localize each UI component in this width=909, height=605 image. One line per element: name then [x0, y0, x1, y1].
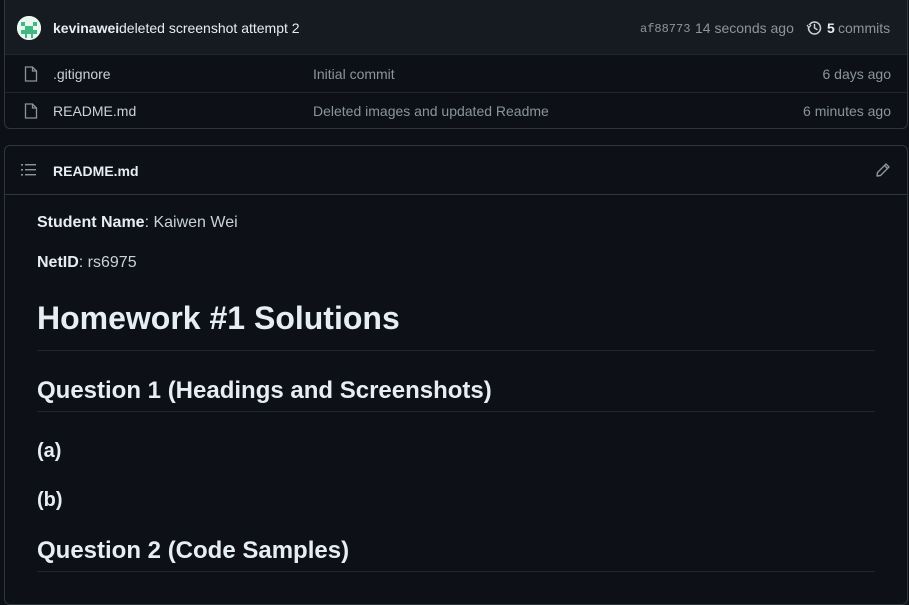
student-name-value: : Kaiwen Wei	[144, 214, 238, 231]
netid-line: NetID: rs6975	[37, 254, 137, 272]
file-icon	[24, 103, 38, 119]
commits-label[interactable]: commits	[838, 20, 890, 36]
subheading-b: (b)	[37, 489, 63, 511]
commits-count[interactable]: 5	[827, 20, 835, 36]
history-icon[interactable]	[806, 20, 822, 36]
pencil-icon[interactable]	[875, 162, 891, 178]
student-name-line: Student Name: Kaiwen Wei	[37, 214, 238, 232]
question-1-heading: Question 1 (Headings and Screenshots)	[37, 377, 875, 412]
file-browser: kevinawei deleted screenshot attempt 2 a…	[4, 0, 908, 129]
file-name-link[interactable]: README.md	[53, 103, 136, 119]
commit-message-link[interactable]: deleted screenshot attempt 2	[119, 20, 300, 36]
commit-author-link[interactable]: kevinawei	[53, 20, 119, 36]
file-row[interactable]: README.md Deleted images and updated Rea…	[5, 92, 907, 129]
file-commit-message-link[interactable]: Initial commit	[313, 66, 395, 82]
netid-label: NetID	[37, 254, 79, 271]
homework-heading: Homework #1 Solutions	[37, 300, 875, 351]
file-row[interactable]: .gitignore Initial commit 6 days ago	[5, 55, 907, 93]
student-name-label: Student Name	[37, 214, 145, 231]
commit-sha-link[interactable]: af88773	[640, 22, 690, 36]
readme-panel: README.md Student Name: Kaiwen Wei NetID…	[4, 145, 908, 605]
latest-commit-bar: kevinawei deleted screenshot attempt 2 a…	[5, 0, 907, 55]
subheading-a: (a)	[37, 440, 62, 462]
file-commit-message-link[interactable]: Deleted images and updated Readme	[313, 103, 549, 119]
commit-time: 14 seconds ago	[695, 20, 794, 36]
file-icon	[24, 66, 38, 82]
file-name-link[interactable]: .gitignore	[53, 66, 111, 82]
avatar[interactable]	[17, 16, 41, 40]
list-unordered-icon[interactable]	[21, 163, 37, 177]
readme-title[interactable]: README.md	[53, 163, 139, 179]
readme-header: README.md	[5, 146, 907, 195]
file-commit-date: 6 days ago	[822, 66, 892, 82]
question-2-heading: Question 2 (Code Samples)	[37, 537, 875, 572]
file-commit-date: 6 minutes ago	[803, 103, 891, 119]
netid-value: : rs6975	[78, 254, 137, 271]
